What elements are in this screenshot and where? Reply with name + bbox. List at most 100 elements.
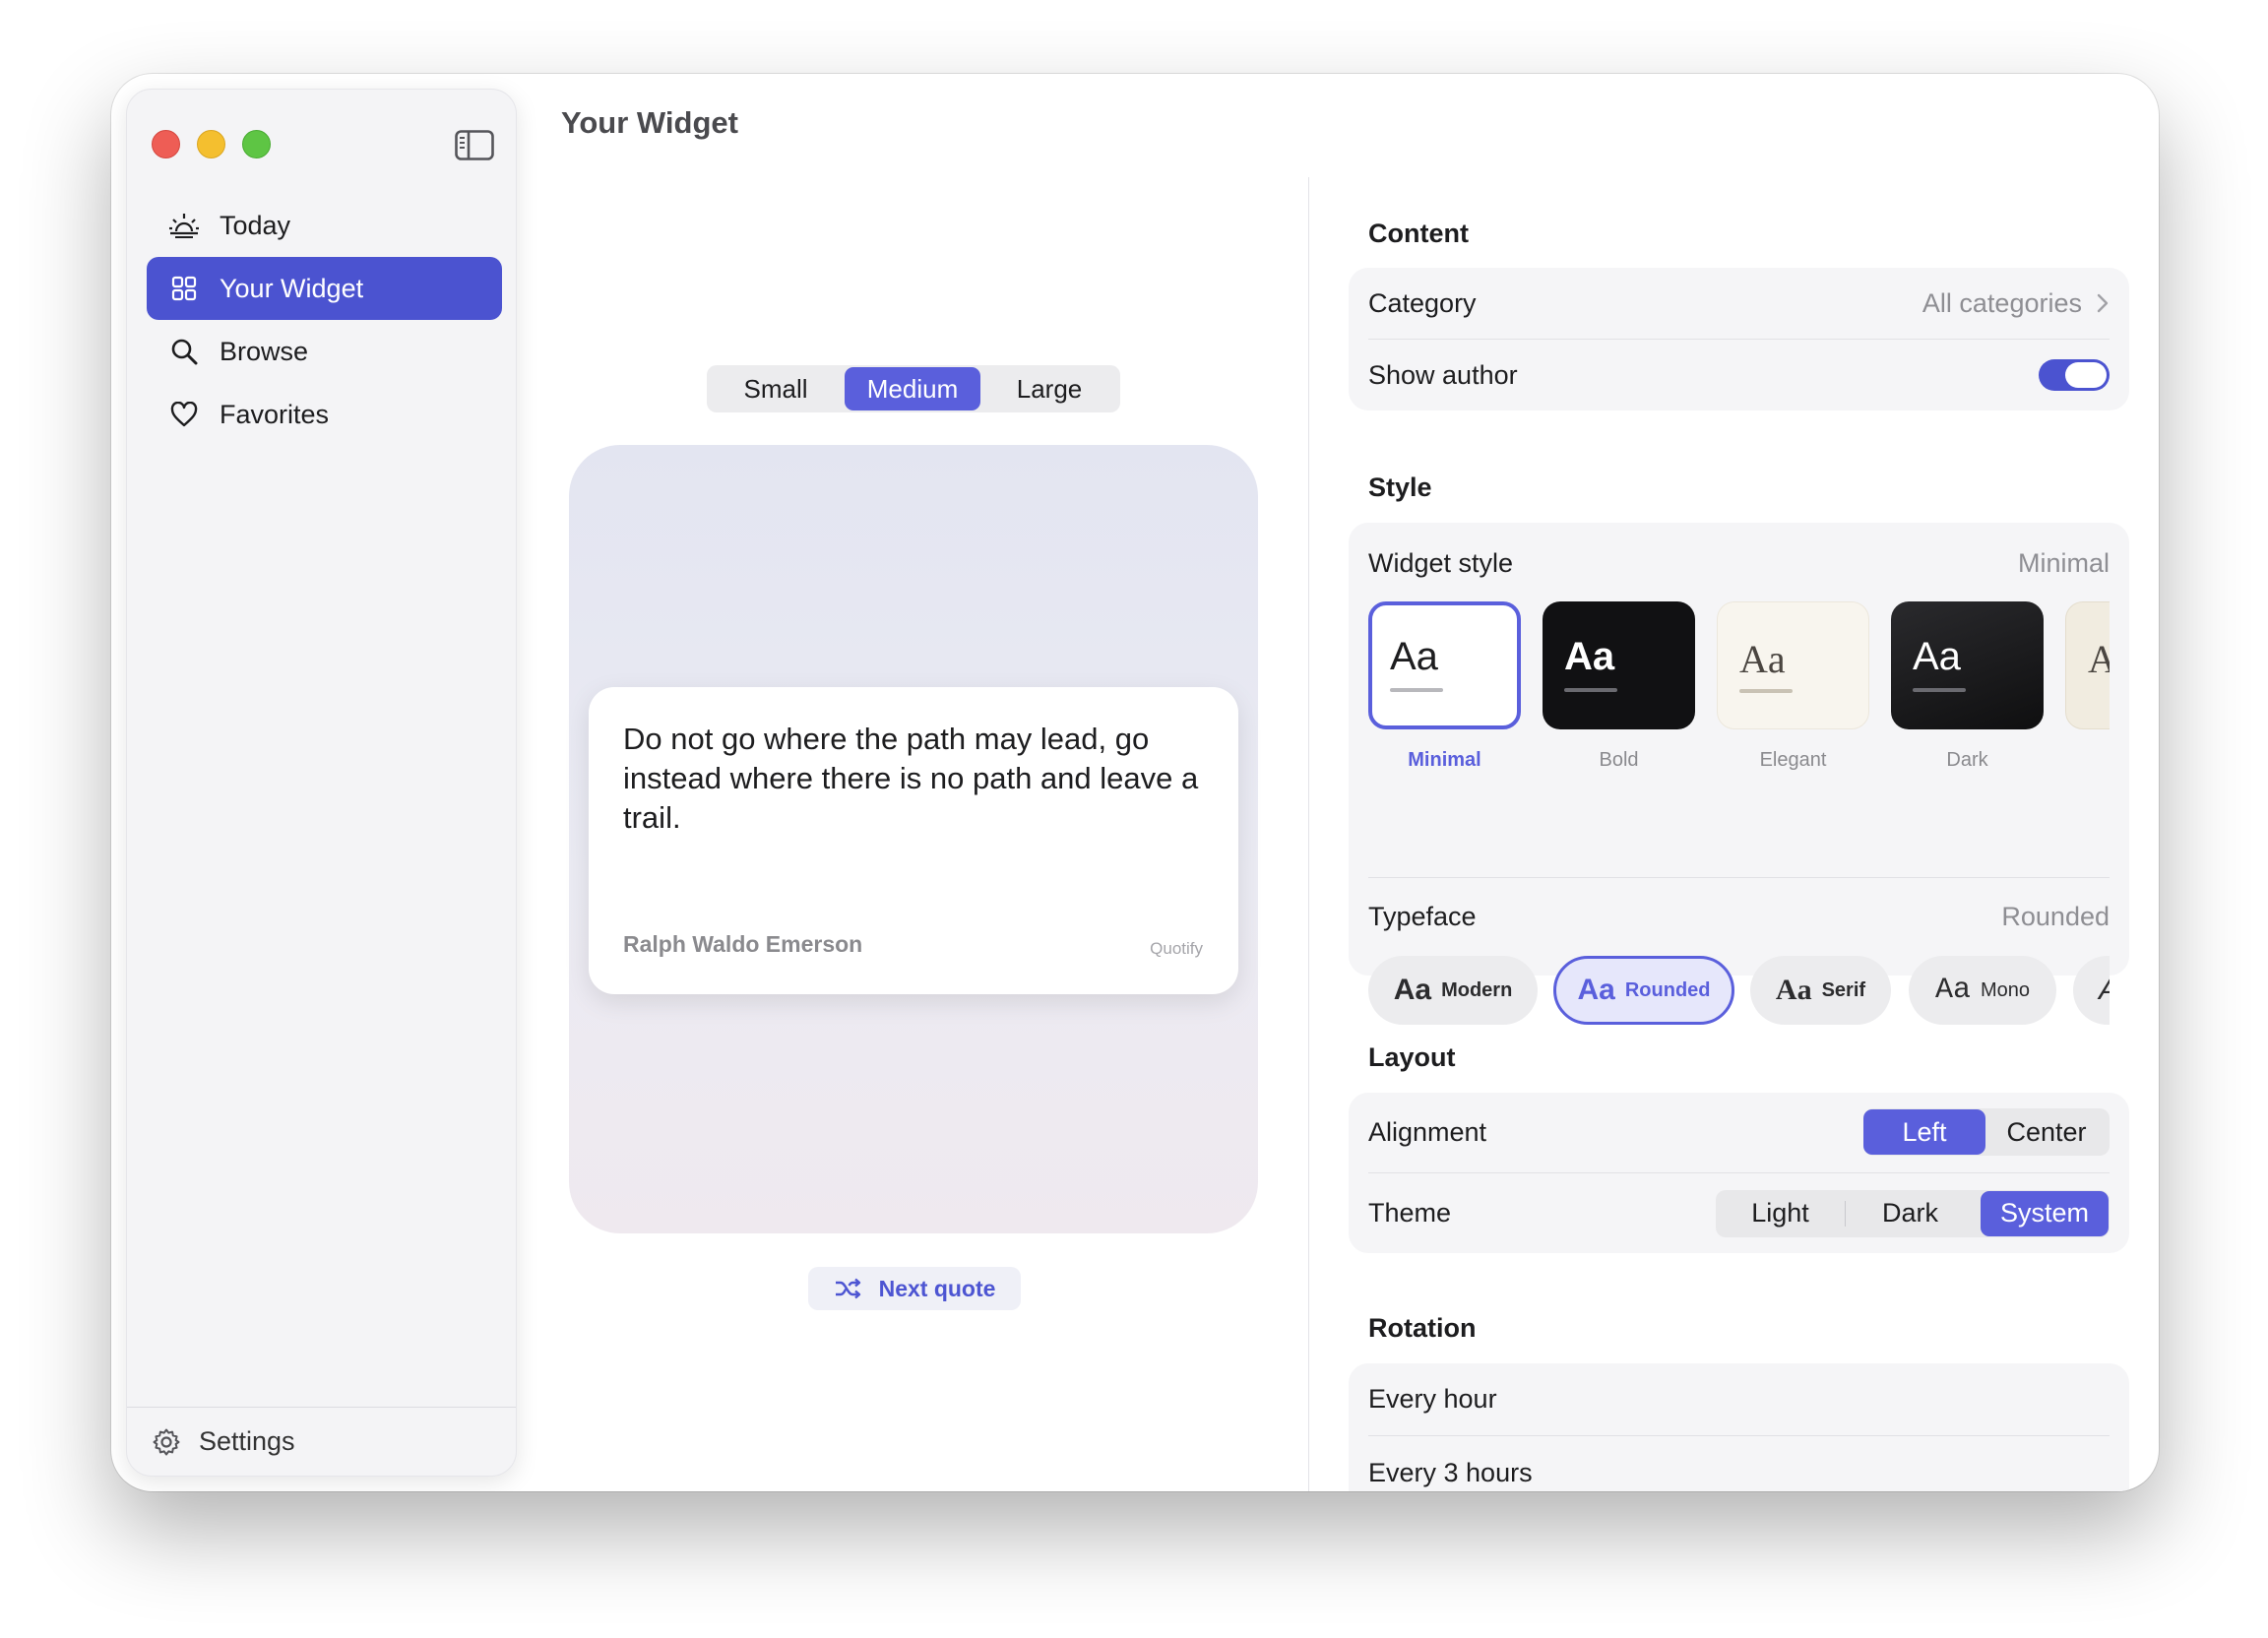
style-sample-underline — [1564, 688, 1617, 692]
style-sample: Aa — [1913, 635, 1961, 678]
settings-label: Settings — [199, 1426, 295, 1456]
style-tile-label: Minimal — [1408, 749, 1481, 771]
widget-size-segmented-control: Small Medium Large — [707, 365, 1120, 412]
style-sample: Aa — [1564, 635, 1615, 678]
shuffle-icon — [834, 1277, 861, 1300]
typeface-name: Mono — [1980, 978, 2031, 1001]
sidebar-item-label: Favorites — [220, 399, 330, 429]
panel-divider — [1308, 177, 1309, 1491]
next-quote-button[interactable]: Next quote — [808, 1267, 1021, 1310]
typeface-row: Typeface Rounded — [1368, 883, 2110, 950]
rotation-option-label: Every hour — [1368, 1384, 1497, 1414]
typeface-pill-more[interactable]: A — [2073, 956, 2110, 1025]
theme-dark-option[interactable]: Dark — [1846, 1191, 1975, 1236]
theme-label: Theme — [1368, 1198, 1452, 1228]
style-tile-label: Bold — [1599, 749, 1639, 771]
settings-button[interactable]: Settings — [127, 1407, 516, 1476]
minimize-window-button[interactable] — [197, 130, 225, 158]
widget-style-value: Minimal — [2017, 547, 2110, 578]
content-card: Category All categories Show author — [1349, 268, 2129, 410]
search-icon — [168, 336, 200, 367]
style-tile-more[interactable]: A — [2065, 601, 2110, 729]
content-section-title: Content — [1368, 219, 1469, 248]
chevron-right-icon — [2097, 293, 2109, 313]
typeface-picker: Aa Modern Aa Rounded Aa Serif Aa Mono A — [1368, 956, 2110, 1027]
typeface-value: Rounded — [2001, 901, 2110, 931]
sidebar-item-label: Browse — [220, 336, 309, 366]
style-tile-minimal[interactable]: Aa — [1368, 601, 1521, 729]
typeface-pill-mono[interactable]: Aa Mono — [1909, 956, 2056, 1025]
typeface-sample: A — [2099, 974, 2110, 1007]
page-title: Your Widget — [561, 105, 738, 140]
style-tile-label: Elegant — [1759, 749, 1827, 771]
widget-style-picker: Aa Minimal Aa Bold Aa Elegant Aa Dark A — [1368, 601, 2110, 779]
rotation-option-every-3-hours[interactable]: Every 3 hours — [1368, 1436, 2110, 1491]
typeface-name: Serif — [1821, 978, 1866, 1001]
style-sample: Aa — [1390, 635, 1438, 678]
size-medium-option[interactable]: Medium — [845, 367, 980, 410]
sidebar-item-favorites[interactable]: Favorites — [147, 383, 502, 446]
style-sample-underline — [1739, 689, 1793, 693]
typeface-sample: Aa — [1577, 974, 1615, 1006]
layout-section-title: Layout — [1368, 1042, 1456, 1072]
rotation-option-label: Every 3 hours — [1368, 1457, 1533, 1487]
sidebar: Today Your Widget Browse Favorites Setti… — [126, 89, 517, 1477]
show-author-toggle[interactable] — [2039, 359, 2110, 391]
typeface-sample: Aa — [1775, 974, 1812, 1006]
layout-card: Alignment Left Center Theme Light Dark S… — [1349, 1093, 2129, 1253]
typeface-pill-serif[interactable]: Aa Serif — [1750, 956, 1891, 1025]
alignment-center-option[interactable]: Center — [1985, 1109, 2108, 1155]
alignment-left-option[interactable]: Left — [1863, 1109, 1985, 1155]
theme-system-option[interactable]: System — [1981, 1190, 2109, 1236]
style-tile-elegant[interactable]: Aa — [1717, 601, 1869, 729]
app-window: Today Your Widget Browse Favorites Setti… — [111, 74, 2159, 1491]
alignment-segmented-control: Left Center — [1863, 1108, 2110, 1156]
grid-icon — [168, 273, 200, 304]
sidebar-item-your-widget[interactable]: Your Widget — [147, 257, 502, 320]
size-small-option[interactable]: Small — [707, 367, 845, 410]
style-tile-label: Dark — [1946, 749, 1988, 771]
heart-icon — [168, 399, 200, 430]
rotation-option-every-hour[interactable]: Every hour — [1368, 1363, 2110, 1435]
typeface-sample: Aa — [1393, 974, 1432, 1006]
quote-author: Ralph Waldo Emerson — [623, 931, 863, 957]
widget-preview-card: Do not go where the path may lead, go in… — [589, 687, 1238, 994]
typeface-label: Typeface — [1368, 901, 1477, 931]
show-author-row: Show author — [1368, 340, 2110, 410]
style-tile-bold[interactable]: Aa — [1543, 601, 1695, 729]
sunrise-icon — [168, 210, 200, 241]
zoom-window-button[interactable] — [242, 130, 271, 158]
theme-segmented-control: Light Dark System — [1716, 1189, 2110, 1237]
next-quote-label: Next quote — [878, 1275, 996, 1301]
category-row[interactable]: Category All categories — [1368, 268, 2110, 339]
close-window-button[interactable] — [152, 130, 180, 158]
style-tile-dark[interactable]: Aa — [1891, 601, 2044, 729]
widget-style-label: Widget style — [1368, 547, 1514, 578]
typeface-pill-rounded[interactable]: Aa Rounded — [1553, 956, 1734, 1025]
sidebar-item-label: Your Widget — [220, 273, 364, 303]
style-sample: A — [2088, 637, 2110, 681]
category-value: All categories — [1922, 287, 2082, 318]
widget-brand-label: Quotify — [1150, 939, 1203, 958]
sidebar-nav: Today Your Widget Browse Favorites — [147, 194, 502, 446]
sidebar-toggle-icon[interactable] — [455, 130, 494, 160]
show-author-label: Show author — [1368, 359, 1518, 390]
theme-light-option[interactable]: Light — [1716, 1191, 1845, 1236]
widget-style-row: Widget style Minimal — [1368, 527, 2110, 599]
alignment-row: Alignment Left Center — [1368, 1093, 2110, 1171]
sidebar-item-label: Today — [220, 210, 291, 240]
row-divider — [1368, 877, 2110, 878]
sidebar-item-today[interactable]: Today — [147, 194, 502, 257]
alignment-label: Alignment — [1368, 1116, 1487, 1147]
typeface-pill-modern[interactable]: Aa Modern — [1368, 956, 1538, 1025]
quote-text: Do not go where the path may lead, go in… — [623, 722, 1199, 835]
typeface-sample: Aa — [1934, 974, 1971, 1007]
sidebar-item-browse[interactable]: Browse — [147, 320, 502, 383]
rotation-card: Every hour Every 3 hours — [1349, 1363, 2129, 1491]
typeface-name: Rounded — [1624, 978, 1711, 1001]
rotation-section-title: Rotation — [1368, 1313, 1477, 1343]
style-section-title: Style — [1368, 472, 1432, 502]
size-large-option[interactable]: Large — [980, 367, 1118, 410]
theme-row: Theme Light Dark System — [1368, 1173, 2110, 1253]
gear-icon — [152, 1427, 181, 1457]
